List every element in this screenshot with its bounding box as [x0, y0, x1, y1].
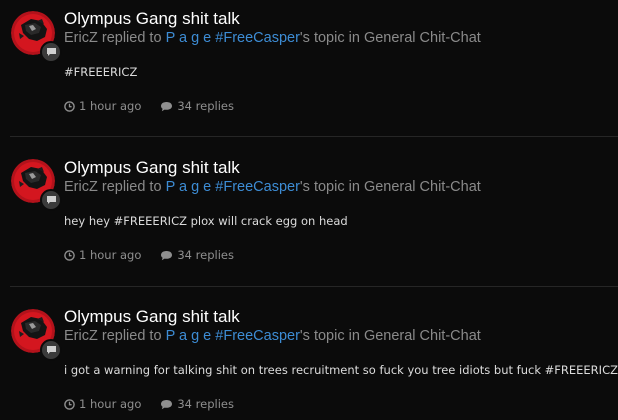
clock-icon — [64, 100, 75, 112]
activity-byline: EricZ replied to P a g e #FreeCasper's t… — [64, 179, 481, 195]
post-time-text: 1 hour ago — [79, 99, 142, 113]
post-snippet: hey hey #FREEERICZ plox will crack egg o… — [64, 214, 348, 228]
author-link[interactable]: EricZ — [64, 328, 98, 344]
forum-link[interactable]: General Chit-Chat — [364, 179, 481, 195]
topic-suffix-text: 's topic in — [299, 328, 364, 344]
clock-icon — [64, 249, 75, 261]
activity-entry: Olympus Gang shit talk EricZ replied to … — [0, 0, 618, 136]
topic-title[interactable]: Olympus Gang shit talk — [64, 158, 240, 178]
post-meta: 1 hour ago 34 replies — [64, 99, 234, 113]
speech-bubble-icon — [161, 399, 173, 409]
post-time: 1 hour ago — [64, 99, 141, 113]
comment-icon — [46, 48, 56, 56]
forum-link[interactable]: General Chit-Chat — [364, 328, 481, 344]
post-snippet: #FREEERICZ — [64, 65, 138, 79]
comment-badge — [40, 189, 62, 211]
activity-entry: Olympus Gang shit talk EricZ replied to … — [0, 287, 618, 420]
post-time-text: 1 hour ago — [79, 397, 142, 411]
forum-link[interactable]: General Chit-Chat — [364, 30, 481, 46]
activity-byline: EricZ replied to P a g e #FreeCasper's t… — [64, 328, 481, 344]
clock-icon — [64, 398, 75, 410]
post-time: 1 hour ago — [64, 397, 141, 411]
replies-count-text: 34 replies — [177, 99, 234, 113]
post-time: 1 hour ago — [64, 248, 141, 262]
post-meta: 1 hour ago 34 replies — [64, 397, 234, 411]
author-link[interactable]: EricZ — [64, 179, 98, 195]
speech-bubble-icon — [161, 250, 173, 260]
topic-title[interactable]: Olympus Gang shit talk — [64, 9, 240, 29]
replies-count-text: 34 replies — [177, 397, 234, 411]
topic-title[interactable]: Olympus Gang shit talk — [64, 307, 240, 327]
activity-entry: Olympus Gang shit talk EricZ replied to … — [0, 137, 618, 286]
comment-badge — [40, 339, 62, 361]
replies-count[interactable]: 34 replies — [160, 397, 234, 411]
replies-count[interactable]: 34 replies — [160, 248, 234, 262]
avatar[interactable] — [11, 159, 62, 211]
topic-owner-link[interactable]: P a g e #FreeCasper — [166, 179, 300, 195]
topic-suffix-text: 's topic in — [299, 179, 364, 195]
replied-to-text: replied to — [97, 328, 166, 344]
replied-to-text: replied to — [97, 30, 166, 46]
topic-owner-link[interactable]: P a g e #FreeCasper — [166, 30, 300, 46]
activity-byline: EricZ replied to P a g e #FreeCasper's t… — [64, 30, 481, 46]
comment-badge — [40, 41, 62, 63]
replied-to-text: replied to — [97, 179, 166, 195]
speech-bubble-icon — [161, 101, 173, 111]
post-meta: 1 hour ago 34 replies — [64, 248, 234, 262]
comment-icon — [46, 196, 56, 204]
avatar[interactable] — [11, 11, 62, 63]
topic-suffix-text: 's topic in — [299, 30, 364, 46]
post-snippet: i got a warning for talking shit on tree… — [64, 363, 618, 377]
activity-feed: Olympus Gang shit talk EricZ replied to … — [0, 0, 618, 420]
comment-icon — [46, 346, 56, 354]
avatar[interactable] — [11, 309, 62, 361]
replies-count-text: 34 replies — [177, 248, 234, 262]
author-link[interactable]: EricZ — [64, 30, 98, 46]
post-time-text: 1 hour ago — [79, 248, 142, 262]
topic-owner-link[interactable]: P a g e #FreeCasper — [166, 328, 300, 344]
replies-count[interactable]: 34 replies — [160, 99, 234, 113]
